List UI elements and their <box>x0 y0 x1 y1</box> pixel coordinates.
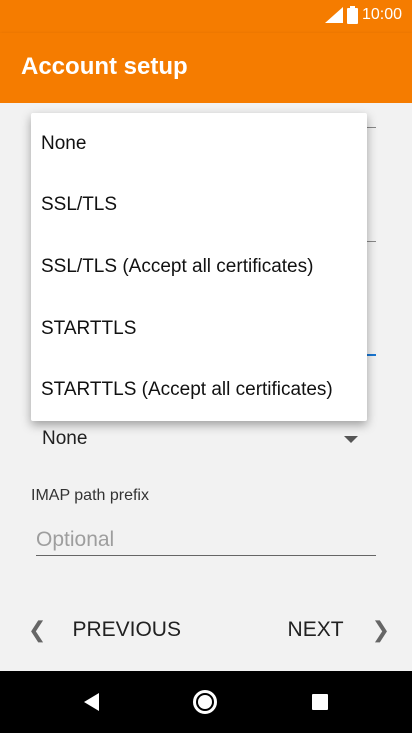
menu-item-starttls-accept-all[interactable]: STARTTLS (Accept all certificates) <box>31 359 367 421</box>
signal-icon <box>324 7 343 23</box>
next-label: NEXT <box>287 618 344 641</box>
app-bar: Account setup <box>0 33 412 103</box>
previous-button[interactable]: ❮ PREVIOUS <box>28 610 181 650</box>
menu-item-starttls[interactable]: STARTTLS <box>31 298 367 360</box>
status-bar: 10:00 <box>0 0 412 33</box>
field-underline <box>366 127 376 128</box>
imap-path-prefix-label: IMAP path prefix <box>31 487 149 504</box>
system-nav-bar <box>0 671 412 733</box>
page-title: Account setup <box>21 53 188 80</box>
dropdown-arrow-icon <box>344 436 358 443</box>
security-type-dropdown: None SSL/TLS SSL/TLS (Accept all certifi… <box>31 113 367 421</box>
previous-label: PREVIOUS <box>72 618 181 641</box>
status-time: 10:00 <box>361 6 402 23</box>
chevron-left-icon: ❮ <box>28 617 47 642</box>
menu-item-ssl-tls[interactable]: SSL/TLS <box>31 175 367 237</box>
field-underline-focused <box>366 354 376 356</box>
back-icon[interactable] <box>84 693 99 711</box>
security-type-value: None <box>42 428 88 449</box>
home-icon[interactable] <box>193 690 217 714</box>
battery-icon <box>346 6 358 24</box>
chevron-right-icon: ❯ <box>371 617 390 642</box>
imap-path-prefix-input[interactable] <box>36 524 376 556</box>
security-type-select[interactable]: None <box>36 422 366 456</box>
field-underline <box>366 241 376 242</box>
menu-item-none[interactable]: None <box>31 113 367 175</box>
next-button[interactable]: NEXT ❯ <box>288 610 390 650</box>
menu-item-ssl-tls-accept-all[interactable]: SSL/TLS (Accept all certificates) <box>31 236 367 298</box>
status-icons: 10:00 <box>324 6 402 24</box>
recent-apps-icon[interactable] <box>312 694 328 710</box>
